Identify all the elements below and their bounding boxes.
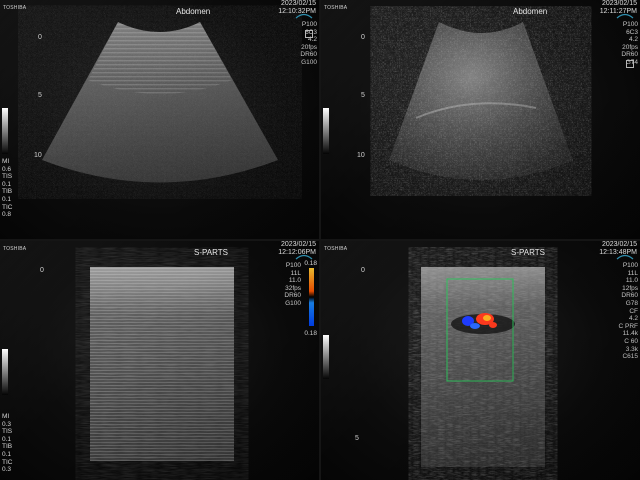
depth-mark-10: 10 — [34, 152, 42, 159]
grayscale-bar — [323, 108, 329, 154]
date-label: 2023/02/15 — [280, 0, 316, 7]
depth-mark-10: 10 — [357, 152, 365, 159]
sector-image-2 — [389, 22, 573, 180]
brand-label: TOSHIBA — [3, 246, 27, 252]
exam-mode-label: S-PARTS — [194, 248, 228, 257]
ultrasound-panel-1[interactable]: TOSHIBA Abdomen 2023/02/15 12:10:32PM P1… — [0, 0, 319, 239]
depth-mark-0: 0 — [40, 267, 44, 274]
body-mark-icon — [305, 30, 313, 38]
ultrasound-panel-2[interactable]: TOSHIBA Abdomen 2023/02/15 12:11:27PM P1… — [321, 0, 640, 239]
depth-mark-0: 0 — [361, 34, 365, 41]
acoustic-output-params: MI 0.3 TIS 0.1 TIB 0.1 TIC 0.3 — [2, 413, 13, 474]
grayscale-bar — [2, 108, 8, 154]
acoustic-output-params: MI 0.6 TIS 0.1 TIB 0.1 TIC 0.8 — [2, 158, 13, 219]
grayscale-bar — [323, 335, 329, 379]
depth-mark-0: 0 — [361, 267, 365, 274]
depth-mark-0: 0 — [38, 34, 42, 41]
imaging-params: P100 11L 11.0 32fps DR60 G100 — [284, 262, 301, 307]
brand-label: TOSHIBA — [3, 5, 27, 11]
imaging-params: P100 11L 11.0 12fps DR60 G78 CF 4.2 C PRF 11.… — [618, 262, 639, 361]
linear-image-3 — [90, 267, 234, 461]
depth-mark-5: 5 — [355, 435, 359, 442]
brand-label: TOSHIBA — [324, 246, 348, 252]
exam-mode-label: S-PARTS — [511, 248, 545, 257]
ultrasound-panel-4[interactable]: TOSHIBA S-PARTS 2023/02/15 12:13:48PM P1… — [321, 241, 640, 480]
depth-mark-5: 5 — [38, 92, 42, 99]
exam-mode-label: Abdomen — [176, 7, 211, 16]
depth-mark-5: 5 — [361, 92, 365, 99]
probe-icon — [295, 12, 313, 19]
color-scale-bottom: 0.18 — [304, 330, 317, 337]
color-scale-top: 0.18 — [304, 260, 317, 267]
color-scale-bar — [309, 268, 314, 326]
probe-icon — [616, 12, 634, 19]
brand-label: TOSHIBA — [324, 5, 348, 11]
date-label: 2023/02/15 — [601, 241, 637, 248]
date-label: 2023/02/15 — [601, 0, 637, 7]
ultrasound-panel-3[interactable]: TOSHIBA S-PARTS 2023/02/15 12:12:06PM P1… — [0, 241, 319, 480]
probe-icon — [295, 253, 313, 260]
grayscale-bar — [2, 349, 8, 395]
probe-icon — [616, 253, 634, 260]
date-label: 2023/02/15 — [280, 241, 316, 248]
imaging-params: P100 6C3 4.2 20fps DR60 G100 — [300, 21, 317, 66]
doppler-image-4 — [421, 267, 545, 467]
ultrasound-screen-grid: TOSHIBA Abdomen 2023/02/15 12:10:32PM P1… — [0, 0, 640, 480]
exam-mode-label: Abdomen — [513, 7, 548, 16]
body-mark-icon — [626, 60, 634, 68]
sector-image-1 — [42, 22, 278, 183]
